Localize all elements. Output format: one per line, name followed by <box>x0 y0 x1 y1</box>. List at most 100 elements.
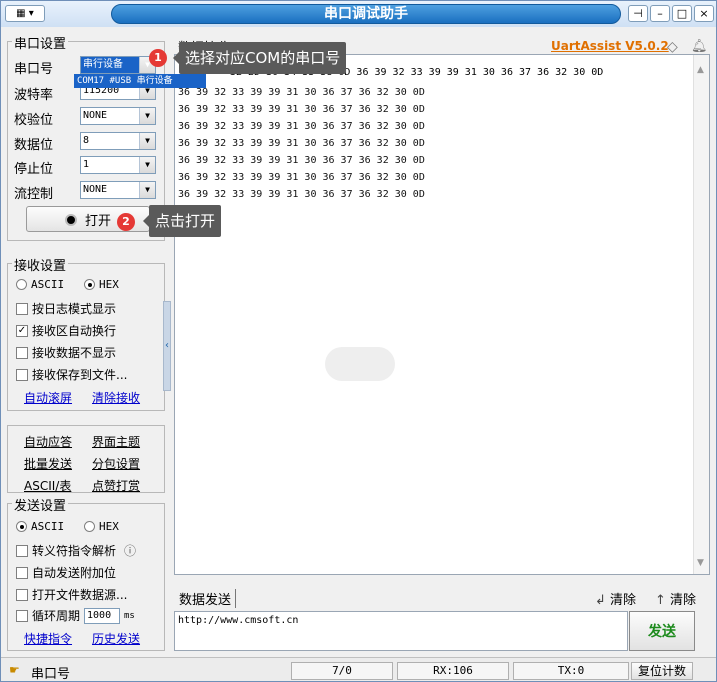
auto-scroll-link[interactable]: 自动滚屏 <box>24 389 72 406</box>
port-label: 串口号 <box>14 62 54 77</box>
minimize-button[interactable]: – <box>650 5 670 22</box>
checkbox-checked-icon[interactable]: ✓ <box>16 324 28 337</box>
checkbox-empty-icon[interactable] <box>16 609 28 622</box>
auto-reply-link[interactable]: 自动应答 <box>24 433 72 450</box>
radio-off-icon[interactable] <box>84 521 95 532</box>
send-hex-radio[interactable]: HEX <box>84 520 119 533</box>
checkbox-empty-icon[interactable] <box>16 588 28 601</box>
record-icon <box>64 213 77 226</box>
clear-receive-link[interactable]: 清除接收 <box>92 389 140 406</box>
send-hex-label: HEX <box>99 520 119 533</box>
radio-off-icon[interactable] <box>16 279 27 290</box>
auto-append-checkbox[interactable]: 自动发送附加位 <box>16 564 116 581</box>
app-window: ▦ ▾ 串口调试助手 ⊣ – □ × 串口设置 串口号 串行设备 ▼ COM17… <box>0 0 717 682</box>
parity-select[interactable]: NONE ▼ <box>80 107 156 125</box>
loading-indicator <box>325 347 395 381</box>
quick-command-link[interactable]: 快捷指令 <box>24 630 72 647</box>
databits-label: 数据位 <box>14 138 54 153</box>
checkbox-empty-icon[interactable] <box>16 346 28 359</box>
cycle-checkbox[interactable]: 循环周期 ms <box>16 607 135 624</box>
port-select[interactable]: 串行设备 ▼ <box>80 56 156 74</box>
clear-send-1-button[interactable]: ↲ 清除 <box>595 589 636 608</box>
hide-data-checkbox[interactable]: 接收数据不显示 <box>16 344 116 361</box>
ascii-table-link[interactable]: ASCII/表 <box>24 477 71 494</box>
clear-send-2-label: 清除 <box>670 593 697 608</box>
up-arrow-icon: ↑ <box>655 593 666 608</box>
chevron-down-icon[interactable]: ▼ <box>139 108 155 124</box>
brand-link[interactable]: UartAssist V5.0.2 <box>551 39 669 53</box>
escape-parse-checkbox[interactable]: 转义符指令解析 ⓘ <box>16 542 136 559</box>
port-dropdown-option[interactable]: COM17 #USB 串行设备 <box>74 74 206 88</box>
clear-send-2-button[interactable]: ↑ 清除 <box>655 589 696 608</box>
receive-line: 36 39 32 33 39 39 31 30 36 37 36 32 30 0… <box>178 172 425 183</box>
chevron-down-icon[interactable]: ▼ <box>139 182 155 198</box>
send-ascii-label: ASCII <box>31 520 65 533</box>
checkbox-empty-icon[interactable] <box>16 302 28 315</box>
send-history-link[interactable]: 历史发送 <box>92 630 140 647</box>
diamond-icon[interactable]: ◇ <box>667 39 678 55</box>
open-file-source-checkbox[interactable]: 打开文件数据源... <box>16 586 127 603</box>
pin-icon[interactable]: ⊣ <box>628 5 648 22</box>
port-status-icon: ☛ <box>9 663 20 677</box>
receive-line: 36 39 32 33 39 39 31 30 36 37 36 32 30 0… <box>178 121 425 132</box>
receive-line: 36 39 32 33 39 39 31 30 36 37 36 32 30 0… <box>178 189 425 200</box>
chevron-down-icon[interactable]: ▼ <box>139 157 155 173</box>
send-text-input[interactable]: http://www.cmsoft.cn <box>174 611 628 651</box>
serial-settings-group: 串口设置 串口号 串行设备 ▼ COM17 #USB 串行设备 波特率 1152… <box>7 33 206 241</box>
scroll-down-icon[interactable]: ▼ <box>697 558 704 568</box>
auto-wrap-label: 接收区自动换行 <box>32 324 117 338</box>
send-button[interactable]: 发送 <box>629 611 695 651</box>
system-menu-button[interactable]: ▦ ▾ <box>5 5 45 22</box>
tx-count: TX:0 <box>513 662 629 680</box>
receive-settings-group: 接收设置 ASCII HEX 按日志模式显示 ✓ 接收区自动换行 接收数据不显示… <box>7 255 165 411</box>
save-file-label: 接收保存到文件... <box>32 368 128 382</box>
info-icon[interactable]: ⓘ <box>124 542 136 559</box>
log-mode-checkbox[interactable]: 按日志模式显示 <box>16 300 116 317</box>
escape-parse-label: 转义符指令解析 <box>32 544 117 558</box>
cycle-period-input[interactable] <box>84 607 121 624</box>
cycle-label: 循环周期 <box>32 609 81 623</box>
scroll-up-icon[interactable]: ▲ <box>697 65 704 75</box>
port-select-value: 串行设备 <box>83 59 123 70</box>
checkbox-empty-icon[interactable] <box>16 368 28 381</box>
flow-select[interactable]: NONE ▼ <box>80 181 156 199</box>
window-controls: ⊣ – □ × <box>628 5 714 22</box>
send-ascii-radio[interactable]: ASCII <box>16 520 64 533</box>
donate-link[interactable]: 点赞打赏 <box>92 477 140 494</box>
checkbox-empty-icon[interactable] <box>16 566 28 579</box>
flow-select-value: NONE <box>83 184 108 195</box>
stopbits-select[interactable]: 1 ▼ <box>80 156 156 174</box>
checkbox-empty-icon[interactable] <box>16 544 28 557</box>
auto-append-label: 自动发送附加位 <box>32 566 117 580</box>
databits-select[interactable]: 8 ▼ <box>80 132 156 150</box>
subpackage-link[interactable]: 分包设置 <box>92 455 140 472</box>
auto-wrap-checkbox[interactable]: ✓ 接收区自动换行 <box>16 322 116 339</box>
panel-collapse-handle[interactable]: ‹ <box>163 301 171 391</box>
batch-send-link[interactable]: 批量发送 <box>24 455 72 472</box>
recv-ascii-label: ASCII <box>31 278 65 291</box>
close-button[interactable]: × <box>694 5 714 22</box>
log-mode-label: 按日志模式显示 <box>32 302 117 316</box>
step-2-badge: 2 <box>117 213 135 231</box>
databits-select-value: 8 <box>83 135 90 146</box>
open-file-source-label: 打开文件数据源... <box>32 588 128 602</box>
receive-scrollbar[interactable]: ▲ ▼ <box>693 55 709 574</box>
recv-hex-radio[interactable]: HEX <box>84 278 119 291</box>
save-file-checkbox[interactable]: 接收保存到文件... <box>16 366 127 383</box>
receive-text-area[interactable]: 32 2D 30 34 33 38 0D 36 39 32 33 39 39 3… <box>174 54 710 575</box>
step-1-tooltip: 选择对应COM的串口号 <box>172 42 347 74</box>
baud-label: 波特率 <box>14 88 54 103</box>
radio-on-icon[interactable] <box>16 521 27 532</box>
chevron-down-icon[interactable]: ▼ <box>139 133 155 149</box>
recv-ascii-radio[interactable]: ASCII <box>16 278 64 291</box>
frame-count: 7/0 <box>291 662 393 680</box>
theme-link[interactable]: 界面主题 <box>92 433 140 450</box>
maximize-button[interactable]: □ <box>672 5 692 22</box>
reset-count-button[interactable]: 复位计数 <box>631 662 693 680</box>
tab-data-send[interactable]: 数据发送 <box>179 589 237 608</box>
port-status-label: 串口号 <box>31 667 71 682</box>
radio-on-icon[interactable] <box>84 279 95 290</box>
bell-icon[interactable]: 🔔︎ <box>691 39 708 54</box>
receive-settings-title: 接收设置 <box>12 255 69 274</box>
recv-hex-label: HEX <box>99 278 119 291</box>
